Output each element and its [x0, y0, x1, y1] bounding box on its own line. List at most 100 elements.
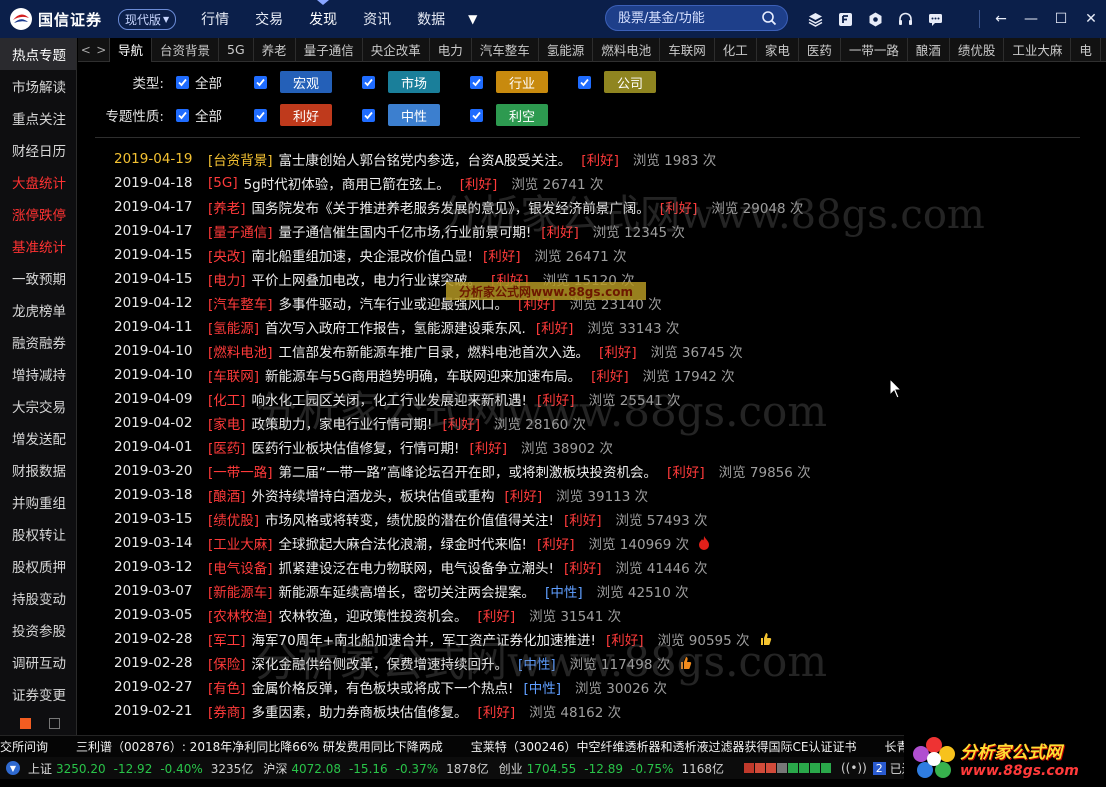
news-category[interactable]: [家电] — [208, 413, 246, 433]
nature-filter-pill[interactable]: 中性 — [388, 104, 440, 126]
news-category[interactable]: [车联网] — [208, 365, 259, 385]
checkbox-checked-icon[interactable] — [176, 75, 189, 89]
news-category[interactable]: [量子通信] — [208, 221, 273, 241]
tab-18[interactable]: 电 — [1071, 37, 1101, 62]
nav-data[interactable]: 数据 — [404, 0, 458, 38]
sidebar-item[interactable]: 并购重组 — [0, 486, 76, 518]
sidebar-item[interactable]: 增持减持 — [0, 358, 76, 390]
news-category[interactable]: [化工] — [208, 389, 246, 409]
news-title[interactable]: 市场风格或将转变，绩优股的潜在价值值得关注! — [265, 509, 554, 529]
news-title[interactable]: 医药行业板块估值修复，行情可期! — [252, 437, 460, 457]
sidebar-item[interactable]: 基准统计 — [0, 230, 76, 262]
tab-13[interactable]: 医药 — [799, 37, 841, 62]
news-row[interactable]: 2019-03-07 [新能源车] 新能源车延续高增长，密切关注两会提案。 [中性] 浏… — [114, 579, 1104, 603]
version-switch[interactable]: 现代版 ▼ — [118, 8, 177, 30]
news-category[interactable]: [券商] — [208, 701, 246, 721]
news-title[interactable]: 国务院发布《关于推进养老服务发展的意见》，银发经济前景广阔。 — [252, 197, 650, 217]
maximize-icon[interactable]: ☐ — [1046, 0, 1076, 38]
nav-quotes[interactable]: 行情 — [188, 0, 242, 38]
news-title[interactable]: 全球掀起大麻合法化浪潮，绿金时代来临! — [279, 533, 527, 553]
news-title[interactable]: 量子通信催生国内千亿市场,行业前景可期! — [279, 221, 532, 241]
news-row[interactable]: 2019-04-11 [氢能源] 首次写入政府工作报告，氢能源建设乘东风. [利好] 浏… — [114, 315, 1104, 339]
news-title[interactable]: 金属价格反弹，有色板块或将成下一个热点! — [252, 677, 514, 697]
tab-10[interactable]: 车联网 — [660, 37, 715, 62]
checkbox-checked-icon[interactable] — [470, 108, 483, 122]
news-title[interactable]: 响水化工园区关闭，化工行业发展迎来新机遇! — [252, 389, 527, 409]
type-all-checkbox[interactable]: 全部 — [176, 72, 222, 92]
news-title[interactable]: 海军70周年+南北船加速合并，军工资产证券化加速推进! — [252, 629, 596, 649]
close-icon[interactable]: ✕ — [1076, 0, 1106, 38]
news-row[interactable]: 2019-04-18 [5G] 5g时代初体验，商用已箭在弦上。 [利好] 浏览 267… — [114, 171, 1104, 195]
checkbox-checked-icon[interactable] — [470, 75, 483, 89]
checkbox-checked-icon[interactable] — [176, 108, 189, 122]
sidebar-item[interactable]: 龙虎榜单 — [0, 294, 76, 326]
news-category[interactable]: [一带一路] — [208, 461, 273, 481]
sidebar-item[interactable]: 股权质押 — [0, 550, 76, 582]
nature-all-checkbox[interactable]: 全部 — [176, 105, 222, 125]
nature-filter-pill[interactable]: 利空 — [496, 104, 548, 126]
news-title[interactable]: 南北船重组加速，央企混改价值凸显! — [252, 245, 473, 265]
news-title[interactable]: 工信部发布新能源车推广目录，燃料电池首次入选。 — [279, 341, 590, 361]
news-row[interactable]: 2019-04-01 [医药] 医药行业板块估值修复，行情可期! [利好] 浏览 389… — [114, 435, 1104, 459]
news-category[interactable]: [电力] — [208, 269, 246, 289]
tab-9[interactable]: 燃料电池 — [593, 37, 661, 62]
chevron-right-icon[interactable]: > — [96, 43, 106, 57]
theme-toggle-icon[interactable] — [49, 718, 60, 729]
ticker-item[interactable]: 三利谱（002876）: 2018年净利同比降66% 研发费用同比下降两成 — [76, 738, 443, 755]
tab-0[interactable]: 导航 — [110, 37, 153, 62]
news-row[interactable]: 2019-04-02 [家电] 政策助力，家电行业行情可期! [利好] 浏览 28160… — [114, 411, 1104, 435]
tab-5[interactable]: 央企改革 — [363, 37, 430, 62]
news-title[interactable]: 抓紧建设泛在电力物联网，电气设备争立潮头! — [279, 557, 554, 577]
checkbox-checked-icon[interactable] — [254, 108, 267, 122]
news-row[interactable]: 2019-04-10 [燃料电池] 工信部发布新能源车推广目录，燃料电池首次入选。 [… — [114, 339, 1104, 363]
tab-16[interactable]: 绩优股 — [950, 37, 1005, 62]
nav-discover[interactable]: 发现 — [296, 0, 350, 38]
tab-6[interactable]: 电力 — [430, 37, 472, 62]
sidebar-item[interactable]: 一致预期 — [0, 262, 76, 294]
minimize-icon[interactable]: — — [1016, 0, 1046, 38]
news-category[interactable]: [新能源车] — [208, 581, 273, 601]
checkbox-checked-icon[interactable] — [254, 75, 267, 89]
news-row[interactable]: 2019-02-28 [军工] 海军70周年+南北船加速合并，军工资产证券化加速推进… — [114, 627, 1104, 651]
news-title[interactable]: 富士康创始人郭台铭党内参选，台资A股受关注。 — [279, 149, 572, 169]
message-icon[interactable] — [928, 12, 943, 27]
back-arrow-icon[interactable]: ← — [986, 0, 1016, 38]
news-category[interactable]: [工业大麻] — [208, 533, 273, 553]
news-category[interactable]: [燃料电池] — [208, 341, 273, 361]
news-category[interactable]: [台资背景] — [208, 149, 273, 169]
sidebar-item[interactable]: 市场解读 — [0, 70, 76, 102]
sidebar-item[interactable]: 重点关注 — [0, 102, 76, 134]
checkbox-checked-icon[interactable] — [578, 75, 591, 89]
news-category[interactable]: [电气设备] — [208, 557, 273, 577]
sidebar-item[interactable]: 大盘统计 — [0, 166, 76, 198]
news-category[interactable]: [央改] — [208, 245, 246, 265]
news-row[interactable]: 2019-04-17 [养老] 国务院发布《关于推进养老服务发展的意见》，银发经济前… — [114, 195, 1104, 219]
news-category[interactable]: [绩优股] — [208, 509, 259, 529]
sidebar-item[interactable]: 热点专题 — [0, 38, 76, 70]
news-category[interactable]: [氢能源] — [208, 317, 259, 337]
tab-1[interactable]: 台资背景 — [152, 37, 220, 62]
chevron-left-icon[interactable]: < — [81, 43, 91, 57]
sidebar-item[interactable]: 证券变更 — [0, 678, 76, 710]
sidebar-item[interactable]: 股权转让 — [0, 518, 76, 550]
news-title[interactable]: 新能源车与5G商用趋势明确，车联网迎来加速布局。 — [265, 365, 581, 385]
sidebar-item[interactable]: 增发送配 — [0, 422, 76, 454]
tab-11[interactable]: 化工 — [715, 37, 757, 62]
search-input[interactable] — [618, 10, 758, 26]
news-title[interactable]: 5g时代初体验，商用已箭在弦上。 — [244, 173, 450, 193]
news-title[interactable]: 政策助力，家电行业行情可期! — [252, 413, 433, 433]
sidebar-item[interactable]: 融资融券 — [0, 326, 76, 358]
type-filter-pill[interactable]: 公司 — [604, 71, 656, 93]
sidebar-item[interactable]: 持股变动 — [0, 582, 76, 614]
tab-15[interactable]: 酿酒 — [908, 37, 950, 62]
news-row[interactable]: 2019-04-19 [台资背景] 富士康创始人郭台铭党内参选，台资A股受关注。 [利… — [114, 147, 1104, 171]
news-category[interactable]: [保险] — [208, 653, 246, 673]
tab-7[interactable]: 汽车整车 — [472, 37, 539, 62]
tab-2[interactable]: 5G — [219, 37, 254, 62]
tab-14[interactable]: 一带一路 — [841, 37, 908, 62]
type-filter-pill[interactable]: 宏观 — [280, 71, 332, 93]
f10-icon[interactable] — [838, 12, 853, 27]
sidebar-item[interactable]: 涨停跌停 — [0, 198, 76, 230]
news-title[interactable]: 首次写入政府工作报告，氢能源建设乘东风. — [265, 317, 526, 337]
sidebar-item[interactable]: 大宗交易 — [0, 390, 76, 422]
